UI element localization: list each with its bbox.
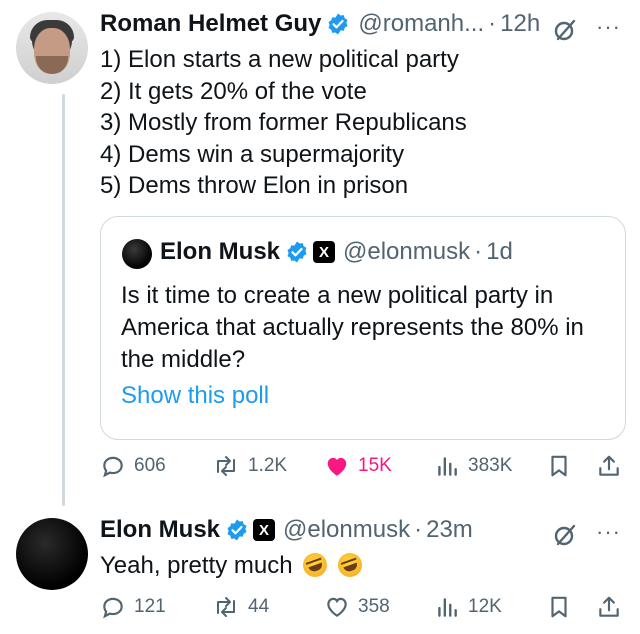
more-icon[interactable]: ··· [596,14,621,40]
share-icon [599,596,619,617]
share-button[interactable] [596,592,622,622]
views-icon [438,457,457,476]
like-icon [327,597,347,617]
more-icon[interactable]: ··· [596,519,621,545]
tweet1-actions: 606 1.2K 15K 383K [100,451,630,481]
views-count: 12K [468,596,502,617]
grok-icon[interactable] [552,17,578,43]
like-button[interactable]: 358 [324,592,390,622]
bookmark-button[interactable] [546,451,572,481]
views-button[interactable]: 383K [434,451,512,481]
like-icon [327,457,347,476]
repost-icon [217,597,235,617]
tweet2-header: Elon Musk X @elonmusk · 23m [100,516,473,544]
avatar-elon-musk[interactable] [16,518,88,590]
repost-button[interactable]: 44 [212,592,269,622]
reply-count: 606 [134,455,166,476]
tweet-line: 2) It gets 20% of the vote [100,77,367,105]
share-icon [599,455,619,476]
views-button[interactable]: 12K [434,592,502,622]
author-name[interactable]: Roman Helmet Guy [100,10,321,38]
reply-button[interactable]: 606 [100,451,166,481]
quote-header: Elon Musk X @elonmusk · 1d [160,238,513,265]
tweet-line: 5) Dems throw Elon in prison [100,172,409,199]
tweet-line: 1) Elon starts a new political party [100,46,459,73]
quote-time: 1d [486,238,513,265]
repost-count: 44 [248,596,270,617]
quote-author-handle: @elonmusk [343,238,471,265]
reply-icon [103,597,123,619]
tweet-line: 4) Dems win a supermajority [100,140,405,168]
avatar-roman-helmet-guy[interactable] [16,12,88,84]
repost-count: 1.2K [248,455,288,476]
tweet-time[interactable]: 23m [426,516,473,544]
quote-author-name: Elon Musk [160,238,281,265]
share-button[interactable] [596,451,622,481]
tweet1-body: 1) Elon starts a new political party 2) … [100,44,467,202]
x-badge-icon: X [313,241,336,263]
author-handle[interactable]: @romanh... [358,10,484,38]
reply-button[interactable]: 121 [100,592,166,622]
bookmark-icon [551,455,567,477]
author-name[interactable]: Elon Musk [100,516,220,544]
rofl-emoji-icon [299,549,331,581]
like-count: 358 [358,596,390,617]
like-count: 15K [358,455,392,476]
tweet-line: 3) Mostly from former Republicans [100,109,467,136]
bookmark-button[interactable] [546,592,572,622]
verified-icon [287,241,307,263]
views-icon [438,598,457,617]
bookmark-icon [551,596,567,618]
views-count: 383K [468,455,513,476]
show-poll-link[interactable]: Show this poll [121,382,269,410]
grok-icon[interactable] [552,522,578,548]
repost-button[interactable]: 1.2K [212,451,287,481]
reply-icon [103,456,123,478]
reply-count: 121 [134,596,166,617]
tweet2-body: Yeah, pretty much [100,549,366,582]
quote-text: Is it time to create a new political par… [121,282,584,373]
quote-avatar [122,239,152,269]
like-button[interactable]: 15K [324,451,392,481]
rofl-emoji-icon [334,549,366,581]
x-badge-icon: X [253,519,276,541]
author-handle[interactable]: @elonmusk [283,516,410,544]
tweet2-actions: 121 44 358 12K [100,592,630,622]
verified-icon [328,13,348,35]
tweet-time[interactable]: 12h [500,10,540,38]
verified-icon [227,519,247,541]
thread-line [62,94,65,506]
repost-icon [217,456,235,476]
tweet-text: Yeah, pretty much [100,552,293,579]
tweet1-header: Roman Helmet Guy @romanh... · 12h [100,10,541,38]
